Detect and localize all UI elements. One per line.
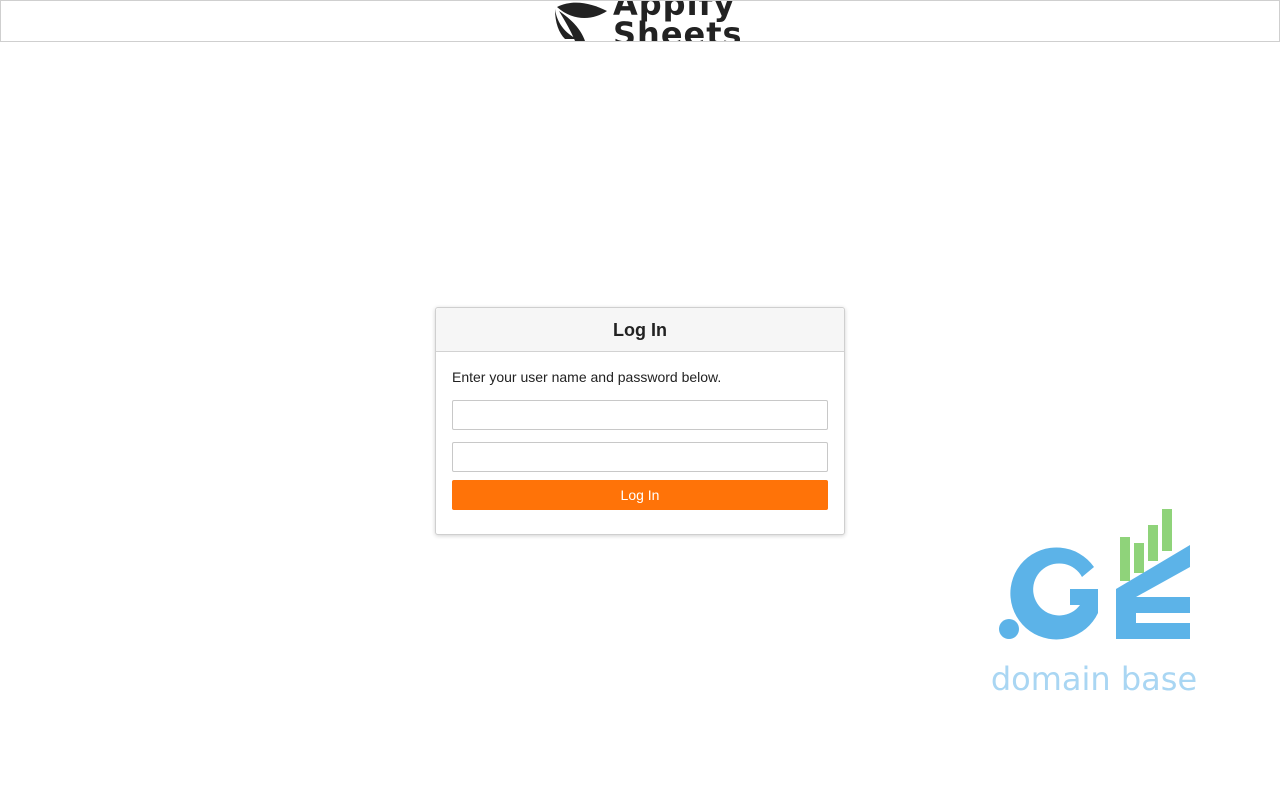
g-letter-icon [1010,547,1098,640]
login-title: Log In [613,320,667,340]
logo-text: Appify Sheets [613,0,741,41]
app-logo[interactable]: Appify Sheets [551,0,741,41]
login-instructions: Enter your user name and password below. [452,369,722,385]
top-bar: Appify Sheets [0,0,1280,42]
bar-icon [1120,537,1130,581]
domain-base-logo[interactable]: domain base [990,505,1200,705]
username-input[interactable] [452,400,828,430]
bar-icon [1162,509,1172,551]
dot-icon [999,619,1019,639]
login-panel: Log In Enter your user name and password… [435,307,845,535]
bar-icon [1134,543,1144,573]
leaf-logo-icon [555,2,607,41]
password-input[interactable] [452,442,828,472]
bar-icon [1148,525,1158,561]
domain-logo-caption: domain base [991,660,1197,698]
login-panel-body: Enter your user name and password below.… [436,352,844,510]
login-panel-header: Log In [436,308,844,352]
login-button[interactable]: Log In [452,480,828,510]
